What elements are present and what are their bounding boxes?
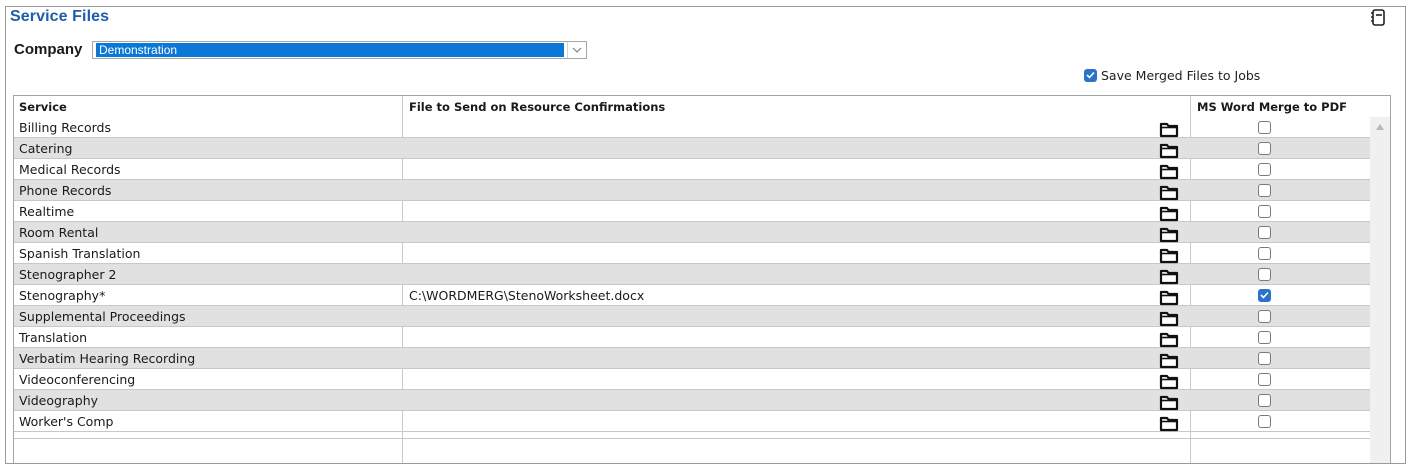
table-row[interactable]: Catering bbox=[14, 138, 1370, 159]
folder-icon[interactable] bbox=[1159, 268, 1179, 285]
folder-icon[interactable] bbox=[1159, 310, 1179, 327]
merge-to-pdf-checkbox[interactable] bbox=[1258, 415, 1271, 428]
checkbox-checked-icon bbox=[1084, 68, 1097, 82]
folder-icon[interactable] bbox=[1159, 289, 1179, 306]
merge-to-pdf-checkbox[interactable] bbox=[1258, 310, 1271, 323]
folder-icon[interactable] bbox=[1159, 352, 1179, 369]
service-files-table: Service File to Send on Resource Confirm… bbox=[13, 95, 1391, 463]
save-merged-files-checkbox[interactable]: Save Merged Files to Jobs bbox=[1084, 67, 1260, 83]
folder-icon[interactable] bbox=[1159, 331, 1179, 348]
column-header-file[interactable]: File to Send on Resource Confirmations bbox=[409, 100, 665, 114]
folder-icon[interactable] bbox=[1159, 184, 1179, 201]
company-select[interactable]: Demonstration bbox=[92, 41, 587, 59]
table-row[interactable]: Translation bbox=[14, 327, 1370, 348]
service-name-cell: Phone Records bbox=[19, 183, 112, 198]
service-name-cell: Verbatim Hearing Recording bbox=[19, 351, 196, 366]
folder-icon[interactable] bbox=[1159, 373, 1179, 390]
merge-to-pdf-checkbox[interactable] bbox=[1258, 352, 1271, 365]
table-row[interactable]: Videography bbox=[14, 390, 1370, 411]
merge-to-pdf-checkbox[interactable] bbox=[1258, 163, 1271, 176]
service-name-cell: Stenographer 2 bbox=[19, 267, 117, 282]
chevron-down-icon[interactable] bbox=[567, 42, 586, 58]
merge-to-pdf-checkbox[interactable] bbox=[1258, 184, 1271, 197]
table-row[interactable]: Phone Records bbox=[14, 180, 1370, 201]
service-name-cell: Videography bbox=[19, 393, 99, 408]
table-row[interactable]: Medical Records bbox=[14, 159, 1370, 180]
save-merged-files-label: Save Merged Files to Jobs bbox=[1101, 67, 1261, 83]
company-selected-value: Demonstration bbox=[96, 43, 564, 57]
folder-icon[interactable] bbox=[1159, 163, 1179, 180]
vertical-scrollbar[interactable] bbox=[1370, 117, 1390, 463]
table-row[interactable]: Supplemental Proceedings bbox=[14, 306, 1370, 327]
service-name-cell: Videoconferencing bbox=[19, 372, 136, 387]
table-row[interactable]: Verbatim Hearing Recording bbox=[14, 348, 1370, 369]
notebook-icon[interactable] bbox=[1370, 8, 1388, 28]
folder-icon[interactable] bbox=[1159, 415, 1179, 432]
service-name-cell: Stenography* bbox=[19, 288, 106, 303]
table-row[interactable]: Billing Records bbox=[14, 117, 1370, 138]
scroll-up-arrow-icon[interactable] bbox=[1375, 123, 1385, 131]
table-divider bbox=[14, 438, 1370, 439]
service-name-cell: Catering bbox=[19, 141, 73, 156]
table-row[interactable]: Worker's Comp bbox=[14, 411, 1370, 432]
merge-to-pdf-checkbox[interactable] bbox=[1258, 331, 1271, 344]
column-header-pdf[interactable]: MS Word Merge to PDF bbox=[1197, 100, 1347, 114]
folder-icon[interactable] bbox=[1159, 394, 1179, 411]
service-name-cell: Room Rental bbox=[19, 225, 99, 240]
table-row[interactable]: Room Rental bbox=[14, 222, 1370, 243]
folder-icon[interactable] bbox=[1159, 205, 1179, 222]
company-label: Company bbox=[14, 41, 83, 58]
merge-to-pdf-checkbox[interactable] bbox=[1258, 142, 1271, 155]
table-row[interactable]: Stenographer 2 bbox=[14, 264, 1370, 285]
service-name-cell: Worker's Comp bbox=[19, 414, 114, 429]
folder-icon[interactable] bbox=[1159, 142, 1179, 159]
merge-to-pdf-checkbox[interactable] bbox=[1258, 205, 1271, 218]
service-name-cell: Supplemental Proceedings bbox=[19, 309, 186, 324]
table-row[interactable]: Realtime bbox=[14, 201, 1370, 222]
merge-to-pdf-checkbox[interactable] bbox=[1258, 226, 1271, 239]
table-row[interactable]: Spanish Translation bbox=[14, 243, 1370, 264]
merge-to-pdf-checkbox[interactable] bbox=[1258, 268, 1271, 281]
service-name-cell: Spanish Translation bbox=[19, 246, 141, 261]
table-row[interactable]: Stenography* C:\WORDMERG\StenoWorksheet.d… bbox=[14, 285, 1370, 306]
merge-to-pdf-checkbox[interactable] bbox=[1258, 247, 1271, 260]
service-name-cell: Translation bbox=[19, 330, 88, 345]
file-path-cell[interactable]: C:\WORDMERG\StenoWorksheet.docx bbox=[409, 288, 644, 303]
merge-to-pdf-checkbox[interactable] bbox=[1258, 373, 1271, 386]
service-name-cell: Medical Records bbox=[19, 162, 121, 177]
folder-icon[interactable] bbox=[1159, 247, 1179, 264]
table-row[interactable]: Videoconferencing bbox=[14, 369, 1370, 390]
page-title: Service Files bbox=[10, 8, 110, 25]
merge-to-pdf-checkbox[interactable] bbox=[1258, 394, 1271, 407]
folder-icon[interactable] bbox=[1159, 121, 1179, 138]
service-name-cell: Billing Records bbox=[19, 120, 111, 135]
merge-to-pdf-checkbox[interactable] bbox=[1258, 289, 1271, 302]
merge-to-pdf-checkbox[interactable] bbox=[1258, 121, 1271, 134]
service-name-cell: Realtime bbox=[19, 204, 75, 219]
column-header-service[interactable]: Service bbox=[19, 100, 67, 114]
folder-icon[interactable] bbox=[1159, 226, 1179, 243]
